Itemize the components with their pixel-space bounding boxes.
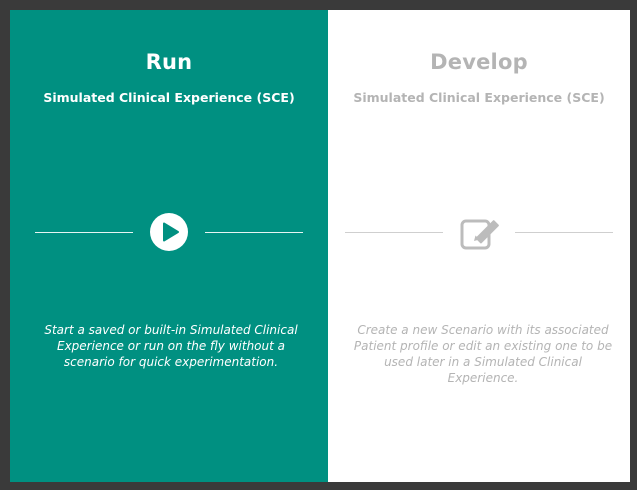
play-icon[interactable] — [147, 210, 191, 254]
run-title: Run — [145, 50, 193, 74]
run-subtitle: Simulated Clinical Experience (SCE) — [43, 90, 295, 105]
mode-selection: Run Simulated Clinical Experience (SCE) … — [10, 10, 630, 482]
run-divider-row — [10, 210, 328, 254]
develop-title: Develop — [430, 50, 528, 74]
divider-line-left — [35, 231, 133, 233]
run-description: Start a saved or built-in Simulated Clin… — [44, 323, 298, 369]
develop-panel[interactable]: Develop Simulated Clinical Experience (S… — [328, 10, 630, 482]
run-panel[interactable]: Run Simulated Clinical Experience (SCE) … — [10, 10, 328, 482]
develop-divider-row — [328, 210, 630, 254]
develop-subtitle: Simulated Clinical Experience (SCE) — [353, 90, 605, 105]
develop-description: Create a new Scenario with its associate… — [353, 323, 613, 385]
divider-line-right — [515, 231, 613, 233]
divider-line-left — [345, 231, 443, 233]
divider-line-right — [205, 231, 303, 233]
edit-icon[interactable] — [457, 210, 501, 254]
